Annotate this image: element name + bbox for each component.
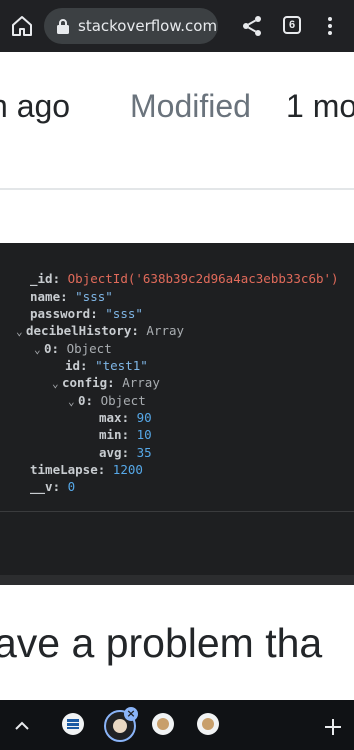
chevron-down-icon: ⌄ — [52, 377, 59, 390]
home-icon[interactable] — [10, 14, 34, 38]
tab-thumbnail[interactable] — [197, 713, 219, 735]
lock-icon — [57, 19, 69, 34]
close-tab-icon[interactable]: × — [124, 707, 138, 721]
stackoverflow-icon — [67, 719, 79, 729]
question-meta: n ago Modified 1 mo — [0, 52, 354, 188]
code-line-timelapse: timeLapse: 1200 — [30, 462, 143, 477]
code-line-password: password: "sss" — [30, 306, 143, 321]
code-line-max: max: 90 — [99, 410, 152, 425]
tab-switcher-button[interactable]: 6 — [283, 16, 301, 34]
modified-value[interactable]: 1 mo — [286, 88, 354, 125]
chevron-down-icon: ⌄ — [16, 325, 23, 338]
code-line-config-index0[interactable]: ⌄ 0: Object — [68, 392, 146, 410]
tab-thumbnail-stackoverflow[interactable] — [62, 713, 84, 735]
code-line-name: name: "sss" — [30, 289, 113, 304]
site-favicon-icon — [202, 718, 214, 730]
share-icon[interactable] — [240, 14, 264, 38]
divider — [0, 575, 354, 585]
site-favicon-icon — [157, 718, 169, 730]
site-favicon-icon — [113, 719, 127, 733]
asked-text: n ago — [0, 88, 71, 124]
code-line-id: _id: ObjectId('638b39c2d96a4ac3ebb33c6b'… — [30, 271, 339, 286]
code-line-index0[interactable]: ⌄ 0: Object — [34, 340, 112, 358]
tab-count: 6 — [288, 19, 296, 31]
address-bar[interactable]: stackoverflow.com/ — [44, 8, 218, 44]
tab-strip — [0, 700, 354, 750]
code-line-config[interactable]: ⌄ config: Array — [52, 374, 160, 392]
modified-label: Modified — [130, 88, 251, 124]
divider — [0, 188, 354, 190]
new-tab-icon[interactable] — [322, 716, 344, 738]
url-text: stackoverflow.com/ — [78, 17, 218, 35]
code-line-avg: avg: 35 — [99, 445, 152, 460]
chevron-down-icon: ⌄ — [34, 343, 41, 356]
chevron-down-icon: ⌄ — [68, 395, 75, 408]
divider — [0, 511, 354, 512]
code-line-min: min: 10 — [99, 427, 152, 442]
code-line-decibelhistory[interactable]: ⌄ decibelHistory: Array — [16, 322, 184, 340]
code-screenshot: _id: ObjectId('638b39c2d96a4ac3ebb33c6b'… — [0, 243, 354, 585]
code-line-inner-id: id: "test1" — [65, 358, 148, 373]
chevron-up-icon[interactable] — [12, 716, 32, 736]
more-menu-icon[interactable] — [322, 14, 338, 38]
browser-toolbar: stackoverflow.com/ 6 — [0, 0, 354, 52]
tab-thumbnail[interactable] — [152, 713, 174, 735]
code-line-v: __v: 0 — [30, 479, 76, 494]
question-body-text: ave a problem tha — [0, 620, 323, 666]
